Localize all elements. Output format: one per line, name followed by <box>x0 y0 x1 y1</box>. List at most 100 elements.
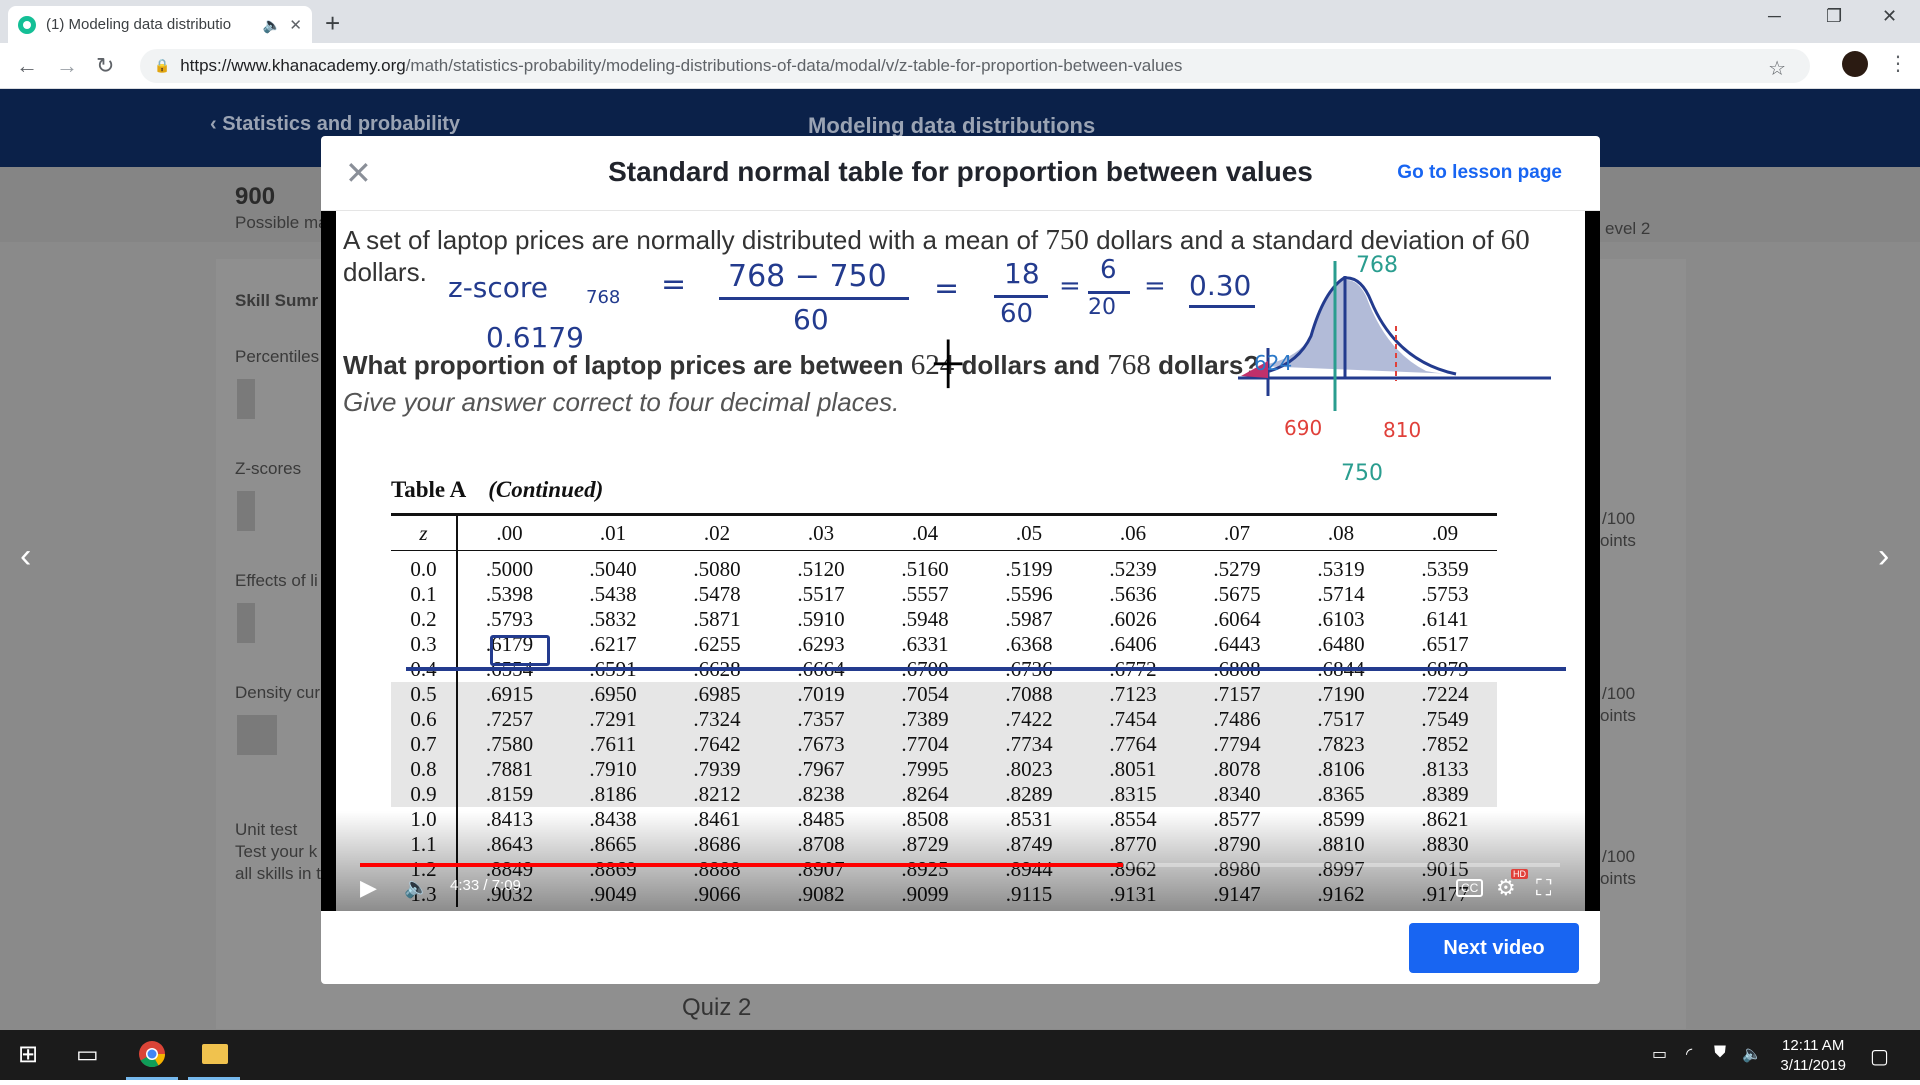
windows-start-icon[interactable]: ⊞ <box>18 1040 38 1069</box>
probability-cell: .7019 <box>769 682 873 707</box>
z-column-header: z <box>391 513 458 551</box>
wifi-icon[interactable]: ◜ <box>1686 1044 1692 1064</box>
table-column-header: .05 <box>977 513 1081 551</box>
quiz-2-label[interactable]: Quiz 2 <box>682 994 751 1022</box>
next-arrow-icon[interactable]: › <box>1878 537 1889 576</box>
table-column-header: .04 <box>873 513 977 551</box>
chrome-taskbar-app[interactable] <box>122 1030 182 1080</box>
probability-cell: .7794 <box>1185 732 1289 757</box>
probability-cell: .7910 <box>561 757 665 782</box>
forward-arrow-icon[interactable]: → <box>56 53 78 79</box>
crosshair-cursor-icon: ┼ <box>934 341 963 385</box>
probability-cell: .7580 <box>457 732 561 757</box>
probability-cell: .7357 <box>769 707 873 732</box>
probability-cell: .6255 <box>693 632 741 656</box>
probability-cell: .8078 <box>1185 757 1289 782</box>
url-path: /math/statistics-probability/modeling-di… <box>405 56 1183 75</box>
probability-cell: .6915 <box>457 682 561 707</box>
task-view-icon[interactable]: ▭ <box>76 1040 99 1069</box>
table-row: 0.7.7580.7611.7642.7673.7704.7734.7764.7… <box>391 732 1497 757</box>
mean-value: 750 <box>1045 224 1089 256</box>
probability-cell: .6480 <box>1317 632 1365 656</box>
close-window-button[interactable]: ✕ <box>1882 6 1897 27</box>
table-column-header: .01 <box>561 513 665 551</box>
sd-value: 60 <box>1500 224 1530 256</box>
next-video-button[interactable]: Next video <box>1409 923 1579 973</box>
lock-icon: 🔒 <box>154 58 171 73</box>
probability-cell: .8133 <box>1393 757 1497 782</box>
reload-icon[interactable]: ↻ <box>96 53 114 79</box>
ink-equals: = <box>1144 271 1166 301</box>
browser-tab[interactable]: (1) Modeling data distributio 🔈 ✕ <box>8 6 312 43</box>
skill-zscores[interactable]: Z-scores <box>235 459 301 479</box>
new-tab-button[interactable]: + <box>325 8 340 39</box>
table-title: Table A (Continued) <box>391 477 603 503</box>
skill-percentiles[interactable]: Percentiles <box>235 347 319 367</box>
probability-cell: .7123 <box>1081 682 1185 707</box>
tab-close-icon[interactable]: ✕ <box>289 16 302 34</box>
probability-cell: .5279 <box>1213 557 1261 581</box>
ink-zscore: z-score <box>448 271 549 304</box>
back-to-course-link[interactable]: ‹ Statistics and probability <box>210 113 460 136</box>
probability-cell: .5080 <box>693 557 741 581</box>
skill-effects[interactable]: Effects of li <box>235 571 318 591</box>
probability-cell: .5517 <box>797 582 845 606</box>
system-clock[interactable]: 12:11 AM 3/11/2019 <box>1780 1036 1846 1076</box>
skill-summary-heading: Skill Sumr <box>235 291 319 310</box>
url-bar[interactable]: 🔒 https://www.khanacademy.org/math/stati… <box>140 49 1810 83</box>
probability-cell: .8238 <box>769 782 873 807</box>
probability-cell: .5239 <box>1109 557 1157 581</box>
unit-test-desc: all skills in t <box>235 864 321 883</box>
z-value-cell: 0.2 <box>391 607 458 632</box>
ink-equals: = <box>1059 271 1081 301</box>
curve-label-810: 810 <box>1383 418 1422 442</box>
probability-cell: .7486 <box>1185 707 1289 732</box>
video-player[interactable]: A set of laptop prices are normally dist… <box>321 211 1600 911</box>
bookmark-star-icon[interactable]: ☆ <box>1768 56 1786 81</box>
speaker-icon[interactable]: 🔈 <box>1742 1044 1762 1064</box>
probability-cell: .8023 <box>977 757 1081 782</box>
question-part: dollars and a standard deviation of <box>1088 225 1501 255</box>
back-arrow-icon[interactable]: ← <box>16 53 38 79</box>
probability-cell: .8186 <box>561 782 665 807</box>
probability-cell: .5160 <box>901 557 949 581</box>
modal-header: ✕ Standard normal table for proportion b… <box>321 136 1600 211</box>
probability-cell: .6217 <box>589 632 637 656</box>
notifications-icon[interactable]: ▢ <box>1870 1044 1889 1069</box>
browser-tab-bar: (1) Modeling data distributio 🔈 ✕ + ─ ❐ … <box>0 0 1920 43</box>
play-icon[interactable]: ▶ <box>360 875 377 901</box>
security-shield-icon[interactable]: ⛊ <box>1714 1044 1726 1062</box>
profile-avatar[interactable] <box>1842 51 1868 77</box>
table-row: 0.1 .5398 .5438 .5478 .5517 .5557 .5596 .5636 .5… <box>391 582 1497 607</box>
go-to-lesson-link[interactable]: Go to lesson page <box>1397 162 1562 184</box>
ink-fraction-denominator: 60 <box>1000 299 1034 329</box>
z-value-cell: 0.0 <box>391 550 458 582</box>
fullscreen-icon[interactable]: ⛶ <box>1536 875 1551 901</box>
minimize-button[interactable]: ─ <box>1768 6 1781 27</box>
probability-cell: .8365 <box>1289 782 1393 807</box>
probability-cell: .5438 <box>589 582 637 606</box>
probability-cell: .7324 <box>665 707 769 732</box>
skill-bar <box>237 379 255 419</box>
progress-bar[interactable] <box>360 863 1560 867</box>
possible-points: 900 <box>235 183 276 210</box>
browser-menu-icon[interactable]: ⋮ <box>1888 51 1908 76</box>
probability-cell: .5987 <box>1005 607 1053 631</box>
points-label: oints <box>1600 869 1636 888</box>
table-title-text: Table A <box>391 477 467 502</box>
file-explorer-taskbar-app[interactable] <box>184 1030 244 1080</box>
volume-icon[interactable]: 🔈 <box>404 875 429 900</box>
battery-icon[interactable]: ▭ <box>1652 1044 1667 1064</box>
ink-row-divider <box>406 667 1566 671</box>
points-label: oints <box>1600 531 1636 550</box>
audio-playing-icon[interactable]: 🔈 <box>263 16 282 34</box>
captions-button[interactable]: CC <box>1456 879 1484 897</box>
unit-test-label[interactable]: Unit test <box>235 820 297 840</box>
skill-density[interactable]: Density cur <box>235 683 320 703</box>
curve-label-768: 768 <box>1356 253 1398 278</box>
previous-arrow-icon[interactable]: ‹ <box>20 537 31 576</box>
maximize-button[interactable]: ❐ <box>1826 6 1842 27</box>
z-value-cell: 0.1 <box>391 582 458 607</box>
probability-cell: .6985 <box>665 682 769 707</box>
ink-fraction-bar <box>1088 291 1130 294</box>
